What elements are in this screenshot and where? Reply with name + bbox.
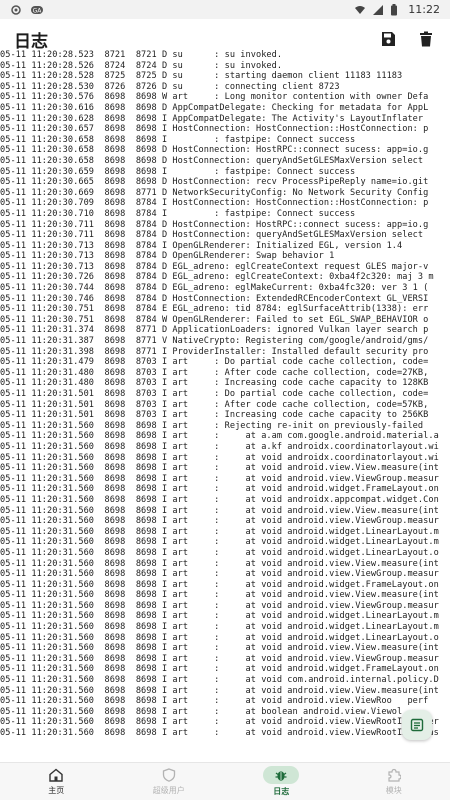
- log-line: 05-11 11:20:31.501 8698 8703 I art : Do …: [0, 389, 429, 399]
- log-list[interactable]: 05-11 11:20:28.523 8721 8721 D su : su i…: [0, 50, 450, 762]
- shield-icon: [161, 767, 177, 783]
- log-line: 05-11 11:20:31.560 8698 8698 I art : at …: [0, 558, 439, 569]
- log-line: 05-11 11:20:31.560 8698 8698 I art : at …: [0, 622, 439, 633]
- log-line: 05-11 11:20:31.387 8698 8771 V NativeCry…: [0, 336, 429, 347]
- log-line: 05-11 11:20:31.560 8698 8698 I art : at …: [0, 463, 439, 474]
- log-line: 05-11 11:20:31.560 8698 8698 I art : at …: [0, 473, 439, 484]
- log-line: 05-11 11:20:31.560 8698 8698 I art : at …: [0, 653, 439, 664]
- nav-item-superuser[interactable]: 超级用户: [113, 763, 226, 800]
- battery-icon: [390, 3, 402, 16]
- nav-label-modules: 模块: [385, 786, 402, 795]
- log-line: 05-11 11:20:28.526 8724 8724 D su : su i…: [0, 60, 283, 71]
- log-line: 05-11 11:20:30.709 8698 8784 I HostConne…: [0, 198, 429, 209]
- log-line: 05-11 11:20:31.501 8698 8703 I art : Inc…: [0, 410, 429, 421]
- log-line: 05-11 11:20:30.659 8698 8698 I : fastpip…: [0, 166, 356, 177]
- log-line: 05-11 11:20:31.560 8698 8698 I art : at …: [0, 516, 439, 527]
- log-line: 05-11 11:20:31.560 8698 8698 I art : at …: [0, 441, 439, 452]
- log-line: 05-11 11:20:28.528 8725 8725 D su : star…: [0, 71, 403, 82]
- log-line: 05-11 11:20:30.628 8698 8698 I AppCompat…: [0, 113, 424, 124]
- log-line: 05-11 11:20:31.560 8698 8698 I art : at …: [0, 675, 439, 686]
- log-line: 05-11 11:20:31.560 8698 8698 I art : at …: [0, 664, 439, 675]
- log-line: 05-11 11:20:31.501 8698 8703 I art : Aft…: [0, 399, 429, 410]
- log-line: 05-11 11:20:31.560 8698 8698 I art : at …: [0, 696, 429, 707]
- log-line: 05-11 11:20:30.658 8698 8698 D HostConne…: [0, 155, 424, 166]
- log-line: 05-11 11:20:30.657 8698 8698 I HostConne…: [0, 124, 429, 135]
- log-line: 05-11 11:20:30.711 8698 8784 D HostConne…: [0, 230, 424, 241]
- log-line: 05-11 11:20:31.560 8698 8698 I art : at …: [0, 569, 439, 580]
- nav-label-log: 日志: [273, 787, 290, 796]
- nav-item-log[interactable]: 日志: [225, 763, 338, 800]
- log-line: 05-11 11:20:30.713 8698 8784 D EGL_adren…: [0, 261, 429, 272]
- log-line: 05-11 11:20:31.560 8698 8698 I art : at …: [0, 717, 439, 728]
- log-line: 05-11 11:20:30.658 8698 8698 I : fastpip…: [0, 134, 356, 145]
- signal-icon: [372, 4, 384, 16]
- log-line: 05-11 11:20:31.480 8698 8703 I art : Inc…: [0, 378, 429, 389]
- log-line: 05-11 11:20:31.480 8698 8703 I art : Aft…: [0, 367, 429, 378]
- log-line: 05-11 11:20:28.523 8721 8721 D su : su i…: [0, 50, 283, 60]
- status-time: 11:22: [408, 3, 440, 16]
- save-icon: [382, 32, 395, 46]
- log-line: 05-11 11:20:31.560 8698 8698 I art : at …: [0, 590, 439, 601]
- app-bar-actions: [378, 29, 436, 49]
- log-line: 05-11 11:20:30.710 8698 8784 I : fastpip…: [0, 208, 356, 219]
- status-bar: GA 11:22: [0, 0, 450, 19]
- log-line: 05-11 11:20:30.576 8698 8698 W art : Lon…: [0, 92, 429, 103]
- log-line: 05-11 11:20:31.560 8698 8698 I art : at …: [0, 484, 439, 495]
- log-line: 05-11 11:20:31.560 8698 8698 I art : at …: [0, 611, 439, 622]
- log-line: 05-11 11:20:30.751 8698 8784 E EGL_adren…: [0, 304, 429, 315]
- log-line: 05-11 11:20:30.669 8698 8771 D NetworkSe…: [0, 187, 429, 198]
- puzzle-icon: [386, 767, 402, 783]
- log-filter-icon: [410, 718, 424, 732]
- log-line: 05-11 11:20:31.560 8698 8698 I art : at …: [0, 452, 439, 463]
- log-line: 05-11 11:20:31.560 8698 8698 I art : at …: [0, 685, 439, 696]
- settings-icon: [10, 4, 22, 16]
- log-line: 05-11 11:20:30.726 8698 8784 D EGL_adren…: [0, 272, 434, 283]
- log-line: 05-11 11:20:28.530 8726 8726 D su : conn…: [0, 81, 340, 92]
- log-line: 05-11 11:20:31.560 8698 8698 I art : at …: [0, 505, 439, 516]
- notification-icon: GA: [30, 4, 43, 16]
- log-line: 05-11 11:20:31.560 8698 8698 I art : at …: [0, 579, 439, 590]
- log-line: 05-11 11:20:31.398 8698 8771 I ProviderI…: [0, 346, 429, 357]
- save-log-button[interactable]: [378, 29, 398, 49]
- wifi-icon: [354, 4, 366, 16]
- log-line: 05-11 11:20:31.560 8698 8698 I art : at …: [0, 494, 439, 505]
- log-line: 05-11 11:20:31.560 8698 8698 I art : at …: [0, 728, 439, 738]
- log-line: 05-11 11:20:31.560 8698 8698 I art : at …: [0, 632, 439, 643]
- log-line: 05-11 11:20:31.560 8698 8698 I art : at …: [0, 706, 403, 717]
- log-line: 05-11 11:20:30.711 8698 8784 D HostConne…: [0, 219, 429, 230]
- log-line: 05-11 11:20:31.560 8698 8698 I art : Rej…: [0, 420, 424, 431]
- log-filter-button[interactable]: [402, 710, 432, 740]
- log-line: 05-11 11:20:30.746 8698 8784 D HostConne…: [0, 293, 429, 304]
- status-bar-left: GA: [10, 4, 43, 16]
- home-icon: [48, 767, 64, 783]
- log-line: 05-11 11:20:31.560 8698 8698 I art : at …: [0, 537, 439, 548]
- log-line: 05-11 11:20:31.560 8698 8698 I art : at …: [0, 547, 439, 558]
- svg-text:GA: GA: [33, 7, 43, 14]
- clear-log-button[interactable]: [416, 29, 436, 49]
- log-line: 05-11 11:20:31.374 8698 8771 D Applicati…: [0, 325, 429, 336]
- log-line: 05-11 11:20:31.560 8698 8698 I art : at …: [0, 526, 439, 537]
- log-line: 05-11 11:20:30.665 8698 8698 D HostConne…: [0, 177, 429, 188]
- log-line: 05-11 11:20:30.616 8698 8698 D AppCompat…: [0, 102, 429, 113]
- log-line: 05-11 11:20:30.713 8698 8784 D OpenGLRen…: [0, 251, 335, 262]
- bug-icon: [273, 767, 289, 783]
- log-line: 05-11 11:20:30.713 8698 8784 I OpenGLRen…: [0, 240, 403, 251]
- nav-label-superuser: 超级用户: [152, 786, 185, 795]
- log-line: 05-11 11:20:31.560 8698 8698 I art : at …: [0, 431, 439, 442]
- nav-item-modules[interactable]: 模块: [338, 763, 450, 800]
- log-line: 05-11 11:20:30.658 8698 8698 D HostConne…: [0, 145, 429, 156]
- log-line: 05-11 11:20:31.479 8698 8703 I art : Do …: [0, 357, 429, 368]
- nav-item-home[interactable]: 主页: [0, 763, 113, 800]
- delete-icon: [420, 31, 432, 47]
- log-line: 05-11 11:20:31.560 8698 8698 I art : at …: [0, 643, 439, 654]
- log-line: 05-11 11:20:30.744 8698 8784 D EGL_adren…: [0, 283, 429, 294]
- nav-label-home: 主页: [48, 786, 65, 795]
- status-bar-right: 11:22: [354, 3, 440, 16]
- page-title: 日志: [14, 31, 48, 52]
- bottom-navigation: 主页 超级用户 日志 模块: [0, 762, 450, 800]
- log-line: 05-11 11:20:31.560 8698 8698 I art : at …: [0, 600, 439, 611]
- log-line: 05-11 11:20:30.751 8698 8784 W OpenGLRen…: [0, 314, 429, 325]
